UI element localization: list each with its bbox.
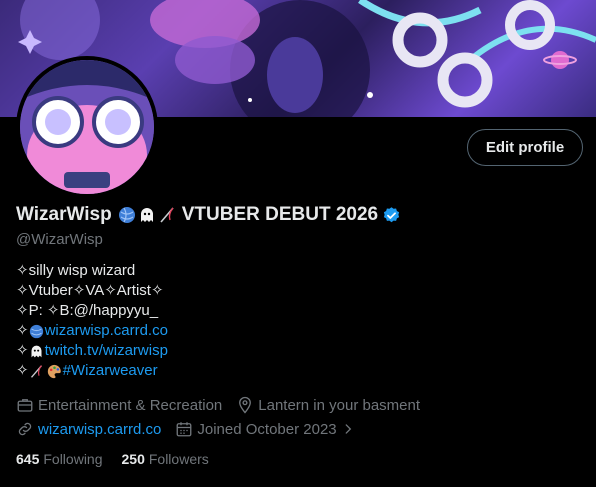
artist-palette-icon: [47, 364, 61, 378]
display-name: WizarWisp: [16, 204, 112, 225]
following-label: Following: [43, 451, 103, 467]
category-item: Entertainment & Recreation: [16, 396, 222, 414]
followers-count: 250: [121, 451, 145, 467]
user-handle: @WizarWisp: [16, 231, 103, 248]
edit-profile-button[interactable]: Edit profile: [467, 129, 583, 166]
location-label: Lantern in your basment: [258, 396, 421, 414]
bio-link-twitch[interactable]: twitch.tv/wizarwisp: [45, 341, 168, 361]
follow-stats: 645 Following 250 Followers: [16, 451, 228, 467]
bio-prefix: ✧: [16, 342, 29, 359]
website-item[interactable]: wizarwisp.carrd.co: [16, 420, 161, 438]
briefcase-icon: [17, 399, 33, 412]
bio-prefix: ✧: [16, 362, 29, 379]
calendar-icon: [176, 422, 192, 437]
display-name-row: WizarWisp VTUBER DEBUT 2026: [16, 203, 401, 227]
meta-row: Entertainment & Recreation Lantern in yo…: [16, 395, 434, 415]
followers-label: Followers: [148, 451, 209, 467]
profile-avatar[interactable]: [16, 56, 158, 198]
bio-line: ✧ twitch.tv/wizarwisp: [16, 341, 576, 361]
bio-line: ✧ wizarwisp.carrd.co: [16, 321, 576, 341]
bio-line: ✧P: ✧B:@/happyyu_: [16, 302, 159, 319]
bio-prefix: ✧: [16, 322, 29, 339]
ghost-icon: [31, 345, 42, 357]
bio-line: ✧ #Wizarweaver: [16, 361, 576, 381]
bio-line: ✧silly wisp wizard: [16, 262, 136, 279]
display-name-suffix: VTUBER DEBUT 2026: [181, 204, 379, 225]
joined-item[interactable]: Joined October 2023: [175, 420, 358, 438]
sewing-needle-icon: [30, 364, 42, 378]
yarn-ball-icon: [29, 324, 43, 338]
yarn-ball-icon: [118, 207, 135, 223]
meta-row: wizarwisp.carrd.co Joined October 2023: [16, 419, 434, 439]
followers-link[interactable]: 250 Followers: [122, 451, 209, 467]
location-item: Lantern in your basment: [236, 396, 420, 414]
link-icon: [18, 422, 32, 436]
profile-bio: ✧silly wisp wizard ✧Vtuber✧VA✧Artist✧ ✧P…: [16, 261, 576, 381]
joined-label: Joined October 2023: [197, 420, 337, 438]
verified-badge-icon[interactable]: [382, 206, 401, 225]
bio-link-carrd[interactable]: wizarwisp.carrd.co: [45, 321, 168, 341]
website-link[interactable]: wizarwisp.carrd.co: [38, 421, 161, 438]
chevron-right-icon: [345, 424, 351, 434]
sewing-needle-icon: [160, 207, 174, 223]
following-count: 645: [16, 451, 40, 467]
profile-meta: Entertainment & Recreation Lantern in yo…: [16, 395, 434, 443]
avatar-image: [20, 60, 154, 194]
following-link[interactable]: 645 Following: [16, 451, 103, 467]
bio-hashtag[interactable]: #Wizarweaver: [63, 361, 158, 381]
bio-line: ✧Vtuber✧VA✧Artist✧: [16, 282, 164, 299]
category-label: Entertainment & Recreation: [38, 396, 223, 414]
location-pin-icon: [239, 396, 252, 414]
name-emojis: [118, 206, 176, 224]
ghost-icon: [140, 208, 153, 222]
